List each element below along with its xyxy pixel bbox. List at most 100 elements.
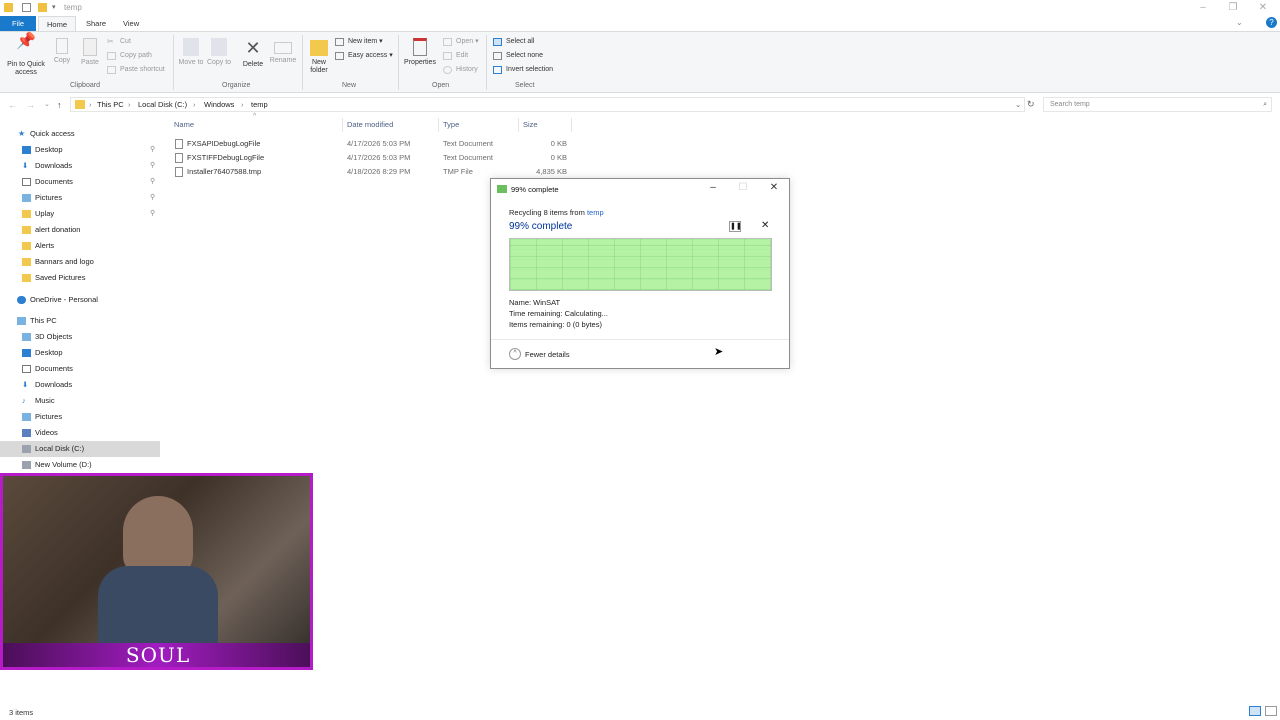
select-none-button[interactable]: Select none xyxy=(493,50,543,62)
dialog-close-button[interactable]: ✕ xyxy=(764,182,784,194)
copy-button[interactable]: Copy xyxy=(50,38,74,65)
nav-onedrive[interactable]: OneDrive - Personal xyxy=(0,292,160,308)
nav-local-disk-c[interactable]: Local Disk (C:) xyxy=(0,441,160,457)
nav-alerts[interactable]: Alerts xyxy=(0,238,160,254)
easy-access-button[interactable]: Easy access ▾ xyxy=(335,50,393,62)
chevron-down-icon[interactable]: ⌄ xyxy=(1236,18,1243,27)
column-header-date[interactable]: Date modified xyxy=(347,120,393,129)
rename-button[interactable]: Rename xyxy=(267,38,299,65)
tab-file[interactable]: File xyxy=(0,16,36,31)
breadcrumb-this-pc[interactable]: This PC xyxy=(97,100,124,109)
column-header-type[interactable]: Type xyxy=(443,120,459,129)
nav-quick-access[interactable]: ★ Quick access xyxy=(0,126,160,142)
progress-bar xyxy=(509,238,772,291)
address-bar[interactable]: › This PC › Local Disk (C:) › Windows › … xyxy=(70,97,1025,112)
table-row[interactable]: Installer76407588.tmp 4/18/2026 8:29 PM … xyxy=(170,165,580,179)
forward-arrow-icon[interactable]: → xyxy=(26,100,35,110)
chevron-down-icon[interactable]: ⌄ xyxy=(1015,100,1021,109)
nav-new-volume-d[interactable]: New Volume (D:) xyxy=(0,457,160,473)
fewer-details-button[interactable]: Fewer details xyxy=(525,350,570,359)
nav-3d-objects[interactable]: 3D Objects xyxy=(0,329,160,345)
move-to-button[interactable]: Move to xyxy=(178,38,204,67)
nav-desktop[interactable]: Desktop ⚲ xyxy=(0,142,160,158)
breadcrumb-local-disk[interactable]: Local Disk (C:) xyxy=(138,100,187,109)
paste-button[interactable]: Paste xyxy=(78,38,102,67)
new-folder-icon xyxy=(310,40,328,56)
source-folder-link[interactable]: temp xyxy=(587,208,604,217)
nav-music[interactable]: ♪ Music xyxy=(0,393,160,409)
pause-button[interactable]: ❚❚ xyxy=(729,221,742,232)
cancel-button[interactable]: ✕ xyxy=(761,220,769,231)
refresh-icon[interactable]: ↻ xyxy=(1027,99,1035,110)
breadcrumb-windows[interactable]: Windows xyxy=(204,100,234,109)
pictures-icon xyxy=(22,194,31,202)
column-divider[interactable] xyxy=(438,118,439,132)
nav-documents[interactable]: Documents ⚲ xyxy=(0,174,160,190)
nav-alert-donation[interactable]: alert donation xyxy=(0,222,160,238)
table-row[interactable]: FXSAPIDebugLogFile 4/17/2026 5:03 PM Tex… xyxy=(170,137,580,151)
edit-button[interactable]: Edit xyxy=(443,50,468,62)
chevron-up-icon[interactable]: ^ xyxy=(509,348,521,360)
navigation-pane: ★ Quick access Desktop ⚲ ⬇ Downloads ⚲ Doc… xyxy=(0,126,160,472)
properties-icon xyxy=(413,38,427,56)
cut-button[interactable]: ✂ Cut xyxy=(107,36,131,48)
column-divider[interactable] xyxy=(342,118,343,132)
new-item-button[interactable]: New item ▾ xyxy=(335,36,383,48)
nav-bannars-and-logo[interactable]: Bannars and logo xyxy=(0,254,160,270)
select-none-icon xyxy=(493,52,502,60)
new-folder-button[interactable]: New folder xyxy=(306,38,332,75)
minimize-button[interactable]: – xyxy=(1188,0,1218,16)
documents-icon xyxy=(22,365,31,373)
nav-downloads[interactable]: ⬇ Downloads ⚲ xyxy=(0,158,160,174)
copy-to-button[interactable]: Copy to xyxy=(206,38,232,67)
column-divider[interactable] xyxy=(518,118,519,132)
breadcrumb-temp[interactable]: temp xyxy=(251,100,268,109)
copy-path-button[interactable]: Copy path xyxy=(107,50,152,62)
column-header-size[interactable]: Size xyxy=(523,120,538,129)
pin-icon: 📌 xyxy=(16,33,36,50)
properties-button[interactable]: Properties xyxy=(402,38,438,67)
chevron-down-icon[interactable]: ⌄ xyxy=(44,100,50,108)
window-title: temp xyxy=(64,3,82,12)
column-header-name[interactable]: Name xyxy=(174,120,194,129)
nav-pc-documents[interactable]: Documents xyxy=(0,361,160,377)
column-divider[interactable] xyxy=(571,118,572,132)
paste-shortcut-button[interactable]: Paste shortcut xyxy=(107,64,165,76)
close-button[interactable]: ✕ xyxy=(1248,0,1278,16)
nav-pc-downloads[interactable]: ⬇ Downloads xyxy=(0,377,160,393)
chevron-down-icon[interactable]: ▾ xyxy=(52,3,61,12)
breadcrumb-separator: › xyxy=(193,100,196,109)
invert-selection-button[interactable]: Invert selection xyxy=(493,64,553,76)
properties-quick-icon[interactable] xyxy=(22,3,31,12)
delete-button[interactable]: ✕ Delete xyxy=(239,38,267,69)
clipboard-group-label: Clipboard xyxy=(70,82,100,89)
nav-saved-pictures[interactable]: Saved Pictures xyxy=(0,270,160,286)
pin-icon: ⚲ xyxy=(150,194,156,201)
nav-videos[interactable]: Videos xyxy=(0,425,160,441)
large-icons-view-icon[interactable] xyxy=(1265,706,1277,716)
nav-pc-desktop[interactable]: Desktop xyxy=(0,345,160,361)
history-button[interactable]: History xyxy=(443,64,478,76)
nav-this-pc[interactable]: This PC xyxy=(0,313,160,329)
new-folder-quick-icon[interactable] xyxy=(38,3,47,12)
open-button[interactable]: Open ▾ xyxy=(443,36,479,48)
up-arrow-icon[interactable]: ↑ xyxy=(57,100,62,110)
back-arrow-icon[interactable]: ← xyxy=(8,100,17,110)
pin-icon: ⚲ xyxy=(150,146,156,153)
status-bar: 3 items xyxy=(0,704,1280,720)
search-input[interactable]: Search temp ⌕ xyxy=(1043,97,1272,112)
nav-pictures[interactable]: Pictures ⚲ xyxy=(0,190,160,206)
tab-home[interactable]: Home xyxy=(38,16,77,31)
pin-to-quick-access-button[interactable]: 📌 Pin to Quick access xyxy=(4,33,48,77)
dialog-minimize-button[interactable]: – xyxy=(703,182,723,194)
select-all-button[interactable]: Select all xyxy=(493,36,534,48)
table-row[interactable]: FXSTIFFDebugLogFile 4/17/2026 5:03 PM Te… xyxy=(170,151,580,165)
nav-pc-pictures[interactable]: Pictures xyxy=(0,409,160,425)
restore-button[interactable]: ❐ xyxy=(1218,0,1248,16)
organize-group-label: Organize xyxy=(222,82,251,89)
tab-view[interactable]: View xyxy=(115,16,147,31)
details-view-icon[interactable] xyxy=(1249,706,1261,716)
tab-share[interactable]: Share xyxy=(78,16,114,31)
nav-uplay[interactable]: Uplay ⚲ xyxy=(0,206,160,222)
help-icon[interactable]: ? xyxy=(1266,17,1277,28)
